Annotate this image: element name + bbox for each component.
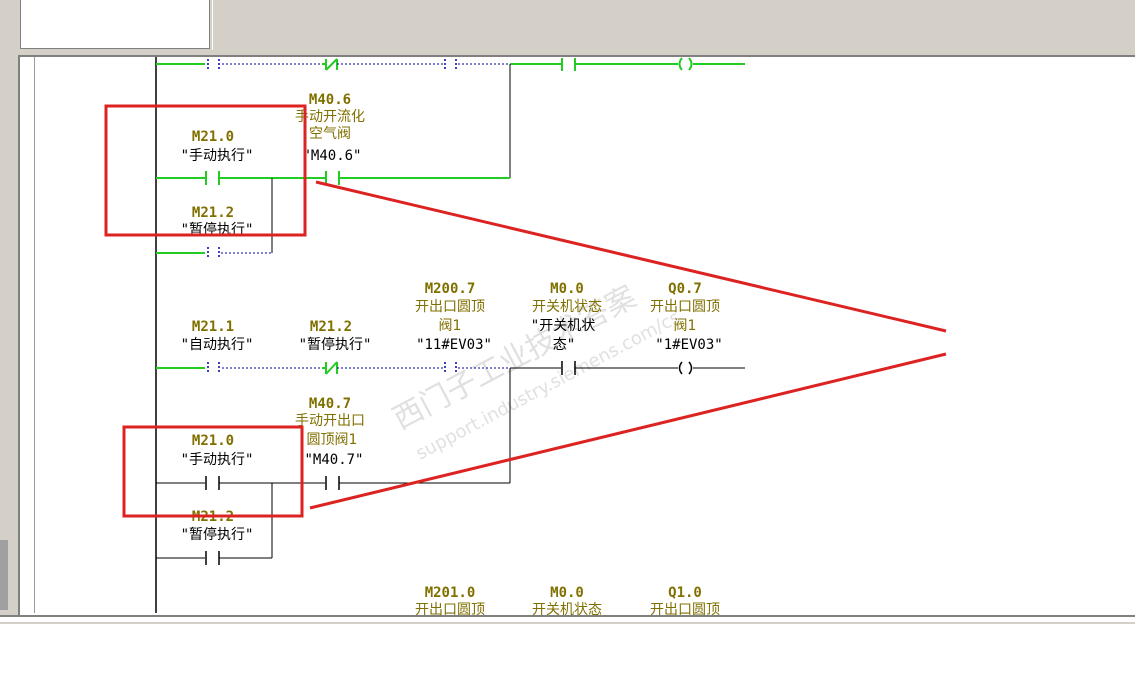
contact-labels: M40.6 手动开流化 空气阀 "M40.6" M21.0 "手动执行" M21… (181, 92, 723, 618)
coil-comment: 开出口圆顶 (650, 602, 720, 618)
contact-symbol: "开关机状 (531, 318, 595, 334)
contact-symbol-cont: 态" (553, 337, 575, 353)
contact-comment: 开出口圆顶 (415, 299, 485, 315)
contact-address: M21.1 (192, 319, 234, 335)
contact-address: M0.0 (550, 281, 584, 297)
contact-comment: 开关机状态 (532, 602, 602, 618)
contact-comment: 开出口圆顶 (415, 602, 485, 618)
contact-symbol: "手动执行" (181, 452, 254, 468)
contact-symbol: "暂停执行" (181, 526, 254, 543)
coil-address: Q1.0 (668, 585, 702, 601)
contact-comment: 开关机状态 (532, 299, 602, 315)
contact-symbol: "M40.7" (304, 452, 363, 468)
contact-symbol: "M40.6" (302, 148, 361, 164)
contact-symbol: "暂停执行" (299, 336, 372, 353)
contact-address: M21.0 (192, 433, 234, 449)
contact-address: M21.2 (192, 205, 234, 221)
contact-address: M21.0 (192, 129, 234, 145)
coil-address: Q0.7 (668, 281, 702, 297)
contact-address: M40.7 (309, 396, 351, 412)
contact-comment: 空气阀 (309, 126, 351, 142)
contact-symbol: "手动执行" (181, 148, 254, 164)
contact-address: M201.0 (425, 585, 476, 601)
contact-address: M21.2 (310, 319, 352, 335)
ladder-diagram[interactable]: 西门子工业技术答案 support.industry.siemens.com/c… (0, 0, 1135, 673)
coil-comment: 开出口圆顶 (650, 299, 720, 315)
contact-comment: 阀1 (439, 318, 462, 334)
contact-address: M0.0 (550, 585, 584, 601)
contact-address: M200.7 (425, 281, 476, 297)
contact-symbol: "11#EV03" (416, 337, 492, 353)
contact-comment: 手动开出口 (295, 413, 365, 429)
contact-comment: 圆顶阀1 (307, 432, 358, 448)
contact-symbol: "自动执行" (181, 337, 254, 353)
coil-symbol: "1#EV03" (655, 337, 722, 353)
coil-comment: 阀1 (674, 318, 697, 334)
contact-address: M40.6 (309, 92, 351, 108)
